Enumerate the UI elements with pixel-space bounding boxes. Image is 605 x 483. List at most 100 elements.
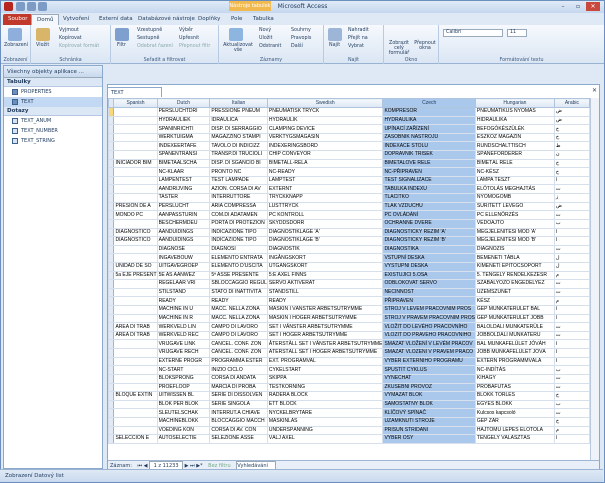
table-cell[interactable]: DIAGNOSTICKÝ REŽIM 'B' bbox=[382, 236, 476, 246]
table-cell[interactable]: VÄLJ AXEL bbox=[266, 434, 384, 444]
table-cell[interactable]: ZÁSOBNÍK NÁSTROJŮ bbox=[382, 132, 476, 143]
table-cell[interactable]: 5ª ASSE PRESENTE bbox=[209, 270, 268, 281]
table-cell[interactable]: ب bbox=[553, 218, 590, 229]
table-cell[interactable]: CAMPO DI LAVORO bbox=[209, 322, 268, 332]
table-cell[interactable]: MARCIA DI PROBA bbox=[209, 382, 268, 393]
table-cell[interactable]: ا bbox=[553, 339, 590, 350]
table-cell[interactable]: UNIDAD DE SO bbox=[113, 261, 158, 272]
table-cell[interactable] bbox=[113, 416, 158, 427]
table-cell[interactable]: TRANSP.DI TRUCIOLI bbox=[209, 150, 268, 160]
table-cell[interactable]: INDEXEERTAFE bbox=[156, 141, 211, 152]
filter-button[interactable]: Filtr bbox=[117, 43, 126, 48]
table-cell[interactable] bbox=[113, 365, 158, 375]
table-cell[interactable] bbox=[113, 296, 158, 306]
table-cell[interactable]: MASKINLÅS bbox=[266, 416, 384, 427]
table-cell[interactable]: VÝBĚR EXTERNÍHO PROGRAMU bbox=[382, 356, 476, 367]
table-cell[interactable]: BLOK PER BLOK bbox=[156, 399, 211, 410]
table-cell[interactable]: EXTERN PROGRAMMVÁLA bbox=[474, 356, 555, 367]
table-cell[interactable]: MASKIN I HÖGER ARBETSUTRYMME bbox=[266, 313, 384, 324]
table-cell[interactable]: INDEXERINGSBORD bbox=[266, 141, 384, 152]
table-cell[interactable]: LUSTTRYCK bbox=[266, 201, 384, 212]
table-cell[interactable] bbox=[113, 115, 158, 126]
table-cell[interactable]: ط bbox=[553, 141, 590, 152]
table-cell[interactable]: ت bbox=[553, 184, 590, 195]
table-cell[interactable]: SELEZIONE ASSE bbox=[209, 434, 268, 444]
table-cell[interactable]: PNEUMATIKUS NYOMÁS bbox=[474, 107, 555, 117]
table-cell[interactable]: CANCEL. CONF. ZON bbox=[209, 348, 268, 358]
table-cell[interactable]: ت bbox=[553, 382, 590, 393]
table-cell[interactable]: ا bbox=[553, 348, 590, 358]
views-button[interactable]: Zobrazení bbox=[4, 43, 28, 48]
table-cell[interactable]: LAMPENTEST bbox=[156, 175, 211, 186]
table-cell[interactable]: UZAMKNUTÍ STROJE bbox=[382, 416, 476, 427]
table-cell[interactable]: PRESION DE A bbox=[113, 201, 158, 212]
table-cell[interactable]: BEFOGÓKÉSZÜLÉK bbox=[474, 124, 555, 134]
table-cell[interactable]: TRYCKKNAPP bbox=[266, 193, 384, 203]
table-cell[interactable]: SPANENTRANSI bbox=[156, 150, 211, 160]
table-cell[interactable]: LÁMPA TESZT bbox=[474, 175, 555, 186]
table-cell[interactable]: INDEXACE STOLU bbox=[382, 141, 476, 152]
table-cell[interactable]: MEGJELENÍTÉSI MÓD 'B' bbox=[474, 236, 555, 246]
table-cell[interactable]: VSTUPNÍ DESKA bbox=[382, 253, 476, 263]
table-cell[interactable]: ض bbox=[553, 107, 590, 117]
table-cell[interactable]: Kulcsos kapcsoló bbox=[474, 408, 555, 418]
table-cell[interactable]: 5a EJE PRESENT bbox=[113, 270, 158, 281]
table-cell[interactable] bbox=[113, 244, 158, 255]
close-button[interactable]: ✕ bbox=[586, 2, 600, 11]
tab-domu[interactable]: Domů bbox=[31, 14, 60, 25]
table-cell[interactable]: VOEDING KON bbox=[156, 425, 211, 436]
table-cell[interactable]: ARIA COMPRESSA bbox=[209, 201, 268, 212]
table-cell[interactable]: DIAGNOSTICKÝ REŽIM 'A' bbox=[382, 227, 476, 238]
table-cell[interactable]: TEST LAMPADE bbox=[209, 175, 268, 186]
table-cell[interactable]: UPÍNACÍ ZAŘÍZENÍ bbox=[382, 124, 476, 134]
spelling-button[interactable]: Pravopis bbox=[291, 36, 311, 41]
table-cell[interactable]: PROGRAMMA ESTER bbox=[209, 356, 268, 367]
table-cell[interactable]: UITGAVEGROEP bbox=[156, 261, 211, 272]
table-cell[interactable]: VÉDŐAJTÓ bbox=[474, 218, 555, 229]
table-cell[interactable]: م bbox=[553, 425, 590, 436]
table-cell[interactable]: ELEMENTO ENTRATA bbox=[209, 253, 268, 263]
table-cell[interactable]: BIMETAALSCHA bbox=[156, 158, 211, 169]
table-cell[interactable]: SERVO AKTIVERAT bbox=[266, 279, 384, 289]
table-cell[interactable]: TLAČÍTKO bbox=[382, 193, 476, 203]
table-cell[interactable]: ل bbox=[553, 253, 590, 263]
table-cell[interactable]: 5E AS AANWEZ bbox=[156, 270, 211, 281]
table-cell[interactable]: NEČINNOST bbox=[382, 287, 476, 298]
table-cell[interactable]: SAMOSTATNÝ BLOK bbox=[382, 399, 476, 410]
font-name-select[interactable]: Calibri bbox=[443, 29, 503, 37]
table-cell[interactable] bbox=[113, 408, 158, 418]
table-cell[interactable]: STANDSTILL bbox=[266, 287, 384, 298]
table-cell[interactable]: HYDRAULIK bbox=[266, 115, 384, 126]
table-cell[interactable]: TEST SIGNALIZACE bbox=[382, 175, 476, 186]
table-cell[interactable]: RADERA BLOCK bbox=[266, 391, 384, 401]
table-cell[interactable]: ESZKÖZ MAGAZIN bbox=[474, 132, 555, 143]
table-cell[interactable]: ا bbox=[553, 175, 590, 186]
table-cell[interactable]: TLAK VZDUCHU bbox=[382, 201, 476, 212]
sort-ascending-button[interactable]: Vzestupně bbox=[137, 28, 162, 33]
table-cell[interactable]: NC-PŘIPRAVEN bbox=[382, 167, 476, 177]
table-cell[interactable] bbox=[113, 399, 158, 410]
table-cell[interactable]: CYKELSTART bbox=[266, 365, 384, 375]
table-cell[interactable]: ت bbox=[553, 279, 590, 289]
tab-pole[interactable]: Pole bbox=[226, 14, 247, 25]
table-cell[interactable]: ODBLOKOVAT SERVO bbox=[382, 279, 476, 289]
table-cell[interactable]: INGAVEBOUW bbox=[156, 253, 211, 263]
vertical-scrollbar[interactable] bbox=[590, 98, 599, 460]
table-cell[interactable]: GÉP ZÁR bbox=[474, 416, 555, 427]
table-cell[interactable]: SLEUTELSCHAK bbox=[156, 408, 211, 418]
table-cell[interactable]: SELECCION E bbox=[113, 434, 158, 444]
table-cell[interactable]: SKIPPA bbox=[266, 373, 384, 384]
table-cell[interactable]: KIHAGY bbox=[474, 373, 555, 384]
select-button[interactable]: Vybrat bbox=[348, 44, 364, 49]
table-cell[interactable]: ا bbox=[553, 434, 590, 444]
table-cell[interactable]: KLÍČOVÝ SPÍNAČ bbox=[382, 408, 476, 418]
table-cell[interactable]: VRIJGAVE RECH bbox=[156, 348, 211, 358]
table-cell[interactable]: ح bbox=[553, 124, 590, 134]
table-cell[interactable]: READY bbox=[266, 296, 384, 306]
table-cell[interactable] bbox=[113, 132, 158, 143]
tab-databazove-nastroje[interactable]: Databázové nástroje bbox=[133, 14, 200, 25]
table-cell[interactable]: SMAZAT VLOŽENÍ V PRAVÉM PRACO bbox=[382, 348, 476, 358]
table-cell[interactable]: LAMPTEST bbox=[266, 175, 384, 186]
table-cell[interactable]: SERIE DI DISSOLVEN bbox=[209, 391, 268, 401]
table-cell[interactable]: BALOLDALI MUNKATERÜLE bbox=[474, 322, 555, 332]
